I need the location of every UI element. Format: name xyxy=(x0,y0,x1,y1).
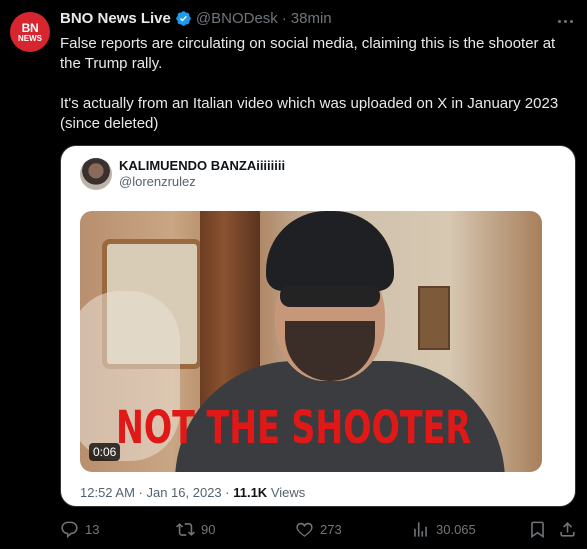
quoted-timestamp: 12:52 AM · Jan 16, 2023 · xyxy=(80,485,234,500)
views-button[interactable]: 30.065 xyxy=(411,520,476,539)
views-icon xyxy=(414,522,427,537)
quoted-author-name[interactable]: KALIMUENDO BANZAiiiiiiii xyxy=(119,158,285,173)
like-button[interactable]: 273 xyxy=(295,520,342,539)
reply-count: 13 xyxy=(85,522,100,537)
video-duration-badge: 0:06 xyxy=(89,443,121,461)
post-header: BNO News Live @BNODesk · 38min xyxy=(60,10,332,27)
bookmark-icon xyxy=(531,521,544,539)
post-time[interactable]: 38min xyxy=(291,10,332,27)
separator-dot: · xyxy=(281,10,287,27)
video-person-beanie xyxy=(266,211,394,291)
like-count: 273 xyxy=(320,522,342,537)
quoted-views-count: 11.1K xyxy=(233,485,268,500)
quoted-post-card[interactable]: KALIMUENDO BANZAiiiiiiii @lorenzrulez NO… xyxy=(60,145,576,507)
views-count: 30.065 xyxy=(436,522,476,537)
video-overlay-text: NOT THE SHOOTER xyxy=(116,401,471,454)
share-icon xyxy=(560,522,575,537)
quoted-author-handle[interactable]: @lorenzrulez xyxy=(119,174,196,189)
author-avatar[interactable]: BN NEWS xyxy=(10,12,50,52)
post-text-paragraph: It's actually from an Italian video whic… xyxy=(60,95,559,132)
retweet-button[interactable]: 90 xyxy=(176,520,215,539)
quoted-post-meta: 12:52 AM · Jan 16, 2023 · 11.1K Views xyxy=(80,485,305,500)
video-person-sunglasses xyxy=(280,285,380,307)
avatar-logo-subtext: NEWS xyxy=(18,33,42,43)
action-bar: 13 90 273 30.065 xyxy=(60,520,580,542)
quoted-views-label: Views xyxy=(267,485,306,500)
avatar-logo-text: BN xyxy=(21,20,39,35)
verified-badge-icon xyxy=(176,11,191,26)
retweet-count: 90 xyxy=(201,522,216,537)
share-button[interactable] xyxy=(558,520,577,539)
quoted-author-avatar[interactable] xyxy=(80,158,112,190)
bookmark-button[interactable] xyxy=(528,520,547,539)
author-name[interactable]: BNO News Live xyxy=(60,10,171,27)
author-handle[interactable]: @BNODesk xyxy=(196,10,278,27)
like-icon xyxy=(296,522,313,537)
more-icon[interactable] xyxy=(555,12,575,30)
reply-icon xyxy=(61,521,78,539)
reply-button[interactable]: 13 xyxy=(60,520,99,539)
post-text: False reports are circulating on social … xyxy=(60,34,580,134)
video-scene-picture xyxy=(418,286,450,350)
retweet-icon xyxy=(176,523,195,536)
post-text-paragraph: False reports are circulating on social … xyxy=(60,35,556,72)
quoted-video[interactable]: NOT THE SHOOTER 0:06 xyxy=(80,211,542,472)
